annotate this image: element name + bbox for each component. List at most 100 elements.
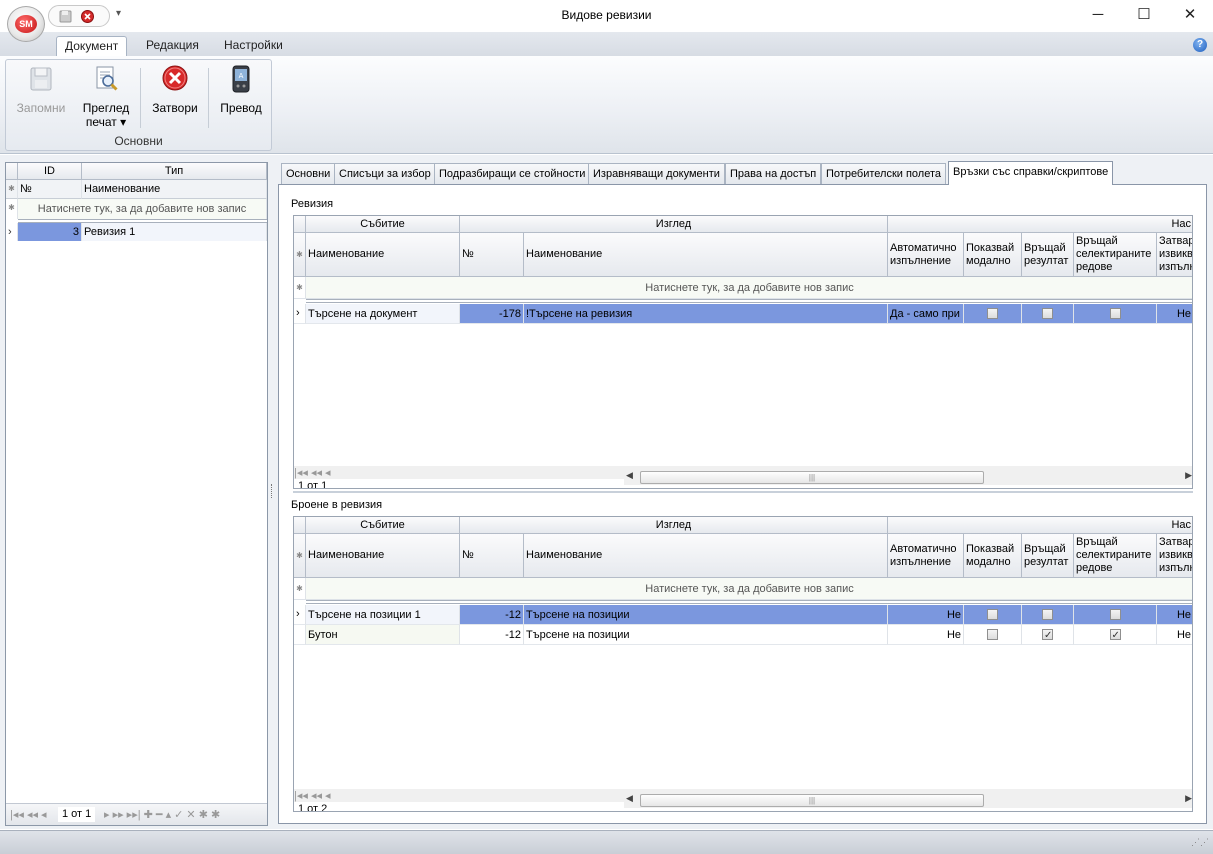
tab-user-fields[interactable]: Потребителски полета — [821, 163, 947, 185]
scroll-left-icon[interactable]: ◀ — [626, 470, 633, 481]
cell-auto-execute[interactable]: Не — [888, 605, 964, 625]
selected-checkbox[interactable] — [1109, 609, 1121, 620]
close-button[interactable]: Затвори — [146, 64, 204, 115]
translate-button[interactable]: A Превод — [213, 64, 269, 115]
cell-id[interactable]: 3 — [18, 223, 82, 241]
selected-checkbox[interactable] — [1109, 627, 1121, 644]
cell-type[interactable]: Ревизия 1 — [82, 223, 267, 241]
cell-view-name[interactable]: Търсене на позиции — [524, 605, 888, 625]
ribbon-tab-settings[interactable]: Настройки — [216, 36, 291, 56]
row-indicator-icon: › — [294, 304, 306, 324]
ribbon-separator — [140, 68, 141, 128]
nav-next-icon[interactable]: ▸ ▸▸ ▸▸| ✚ ━ ▴ ✓ ✕ ✱ ✱ — [104, 808, 220, 821]
translate-device-icon: A — [232, 65, 250, 93]
scroll-thumb[interactable]: ||| — [640, 471, 984, 484]
horizontal-splitter[interactable] — [293, 491, 1193, 493]
save-button-label: Запомни — [16, 101, 66, 115]
band-indicator-header — [294, 517, 306, 534]
cell-view-number[interactable]: -12 — [460, 625, 524, 645]
cell-close-invoker[interactable]: Не — [1157, 625, 1192, 645]
cell-auto-execute[interactable]: Да - само при — [888, 304, 964, 324]
print-preview-label-2: печат ▾ — [85, 115, 127, 129]
column-header-8[interactable]: Затвар. извикв. изпълн. — [1157, 233, 1192, 277]
print-preview-button[interactable]: Преглед печат ▾ — [76, 64, 136, 129]
scroll-right-icon[interactable]: ▶ — [1185, 470, 1192, 481]
close-window-button[interactable]: ✕ — [1167, 0, 1213, 32]
cell-event-name[interactable]: Бутон — [306, 625, 460, 645]
column-header-6[interactable]: Връщай резултат — [1022, 534, 1074, 578]
horizontal-scrollbar[interactable]: ◀ ||| ▶ — [624, 792, 1192, 808]
column-header-3[interactable]: Наименование — [524, 534, 888, 578]
save-button[interactable]: Запомни — [10, 64, 72, 115]
current-row-indicator-icon: › — [6, 223, 18, 241]
column-header-type[interactable]: Тип — [82, 163, 267, 180]
column-header-7[interactable]: Връщай селектираните редове — [1074, 534, 1157, 578]
column-header-4[interactable]: Автоматично изпълнение — [888, 233, 964, 277]
modal-checkbox[interactable] — [987, 609, 998, 620]
tab-selection-lists[interactable]: Списъци за избор — [334, 163, 436, 185]
ribbon-tab-strip: Документ Редакция Настройки ? — [0, 32, 1213, 56]
column-header-4[interactable]: Автоматично изпълнение — [888, 534, 964, 578]
new-record-row[interactable]: Натиснете тук, за да добавите нов запис — [306, 578, 1192, 600]
selected-checkbox[interactable] — [1109, 308, 1121, 319]
print-preview-label-1: Преглед — [82, 101, 130, 115]
new-row-separator — [306, 299, 1192, 303]
tab-report-script-links[interactable]: Връзки със справки/скриптове — [948, 161, 1114, 185]
tab-aligning-documents[interactable]: Изравняващи документи — [588, 163, 725, 185]
print-preview-icon — [96, 66, 118, 91]
column-header-1[interactable]: Наименование — [306, 534, 460, 578]
column-chooser-icon[interactable]: ✱ — [294, 534, 306, 578]
splitter-grip-icon[interactable] — [271, 484, 274, 498]
scroll-left-icon[interactable]: ◀ — [626, 793, 633, 804]
cell-selected — [1074, 605, 1157, 625]
new-row-icon: ✱ — [294, 277, 306, 299]
result-checkbox[interactable] — [1042, 609, 1053, 620]
nav-first-icon[interactable]: |◂◂ ◂◂ ◂ — [10, 808, 47, 821]
new-record-row[interactable]: Натиснете тук, за да добавите нов запис — [18, 199, 267, 219]
scroll-right-icon[interactable]: ▶ — [1185, 793, 1192, 804]
horizontal-scrollbar[interactable]: ◀ ||| ▶ — [624, 469, 1192, 485]
ribbon-tab-edit[interactable]: Редакция — [138, 36, 207, 56]
column-chooser-icon[interactable]: ✱ — [294, 233, 306, 277]
minimize-button[interactable]: ─ — [1075, 0, 1121, 32]
new-record-row[interactable]: Натиснете тук, за да добавите нов запис — [306, 277, 1192, 299]
column-header-2[interactable]: № — [460, 233, 524, 277]
application-menu-button[interactable]: SM — [7, 6, 45, 42]
cell-auto-execute[interactable]: Не — [888, 625, 964, 645]
cell-close-invoker[interactable]: Не — [1157, 605, 1192, 625]
maximize-button[interactable]: ☐ — [1121, 0, 1167, 32]
resize-grip-icon[interactable]: ⋰⋰ — [1191, 837, 1209, 848]
column-header-2[interactable]: № — [460, 534, 524, 578]
column-header-7[interactable]: Връщай селектираните редове — [1074, 233, 1157, 277]
modal-checkbox[interactable] — [987, 308, 998, 319]
help-icon[interactable]: ? — [1193, 38, 1207, 52]
cell-event-name[interactable]: Търсене на документ — [306, 304, 460, 324]
scroll-thumb[interactable]: ||| — [640, 794, 984, 807]
row-indicator-icon — [294, 625, 306, 645]
cell-event-name[interactable]: Търсене на позиции 1 — [306, 605, 460, 625]
tab-default-values[interactable]: Подразбиращи се стойности — [434, 163, 591, 185]
column-header-3[interactable]: Наименование — [524, 233, 888, 277]
cell-view-number[interactable]: -178 — [460, 304, 524, 324]
tab-basic[interactable]: Основни — [281, 163, 336, 185]
column-header-1[interactable]: Наименование — [306, 233, 460, 277]
cell-view-number[interactable]: -12 — [460, 605, 524, 625]
filter-cell-number[interactable]: № — [18, 180, 82, 199]
column-header-5[interactable]: Показвай модално — [964, 534, 1022, 578]
cell-close-invoker[interactable]: Не — [1157, 304, 1192, 324]
band-header-event: Събитие — [306, 216, 460, 233]
result-checkbox[interactable] — [1042, 627, 1053, 644]
result-checkbox[interactable] — [1042, 308, 1053, 319]
ribbon-tab-document[interactable]: Документ — [56, 36, 128, 56]
modal-checkbox[interactable] — [987, 629, 998, 640]
column-header-6[interactable]: Връщай резултат — [1022, 233, 1074, 277]
cell-view-name[interactable]: Търсене на позиции — [524, 625, 888, 645]
band-header-settings: Нас — [888, 216, 1192, 233]
column-header-id[interactable]: ID — [18, 163, 82, 180]
column-header-8[interactable]: Затвар. извикв. изпълн. — [1157, 534, 1192, 578]
tab-access-rights[interactable]: Права на достъп — [725, 163, 822, 185]
cell-view-name[interactable]: !Търсене на ревизия — [524, 304, 888, 324]
column-header-5[interactable]: Показвай модално — [964, 233, 1022, 277]
ribbon-group-label: Основни — [114, 134, 163, 148]
filter-cell-name[interactable]: Наименование — [82, 180, 267, 199]
